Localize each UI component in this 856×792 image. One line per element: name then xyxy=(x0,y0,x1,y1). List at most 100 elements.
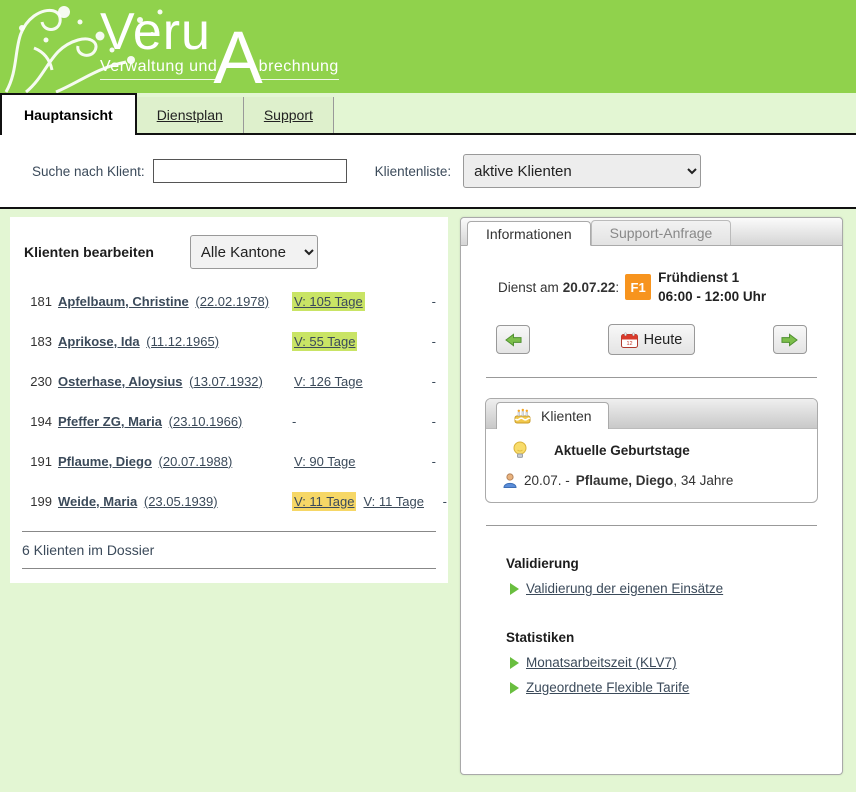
main-tabs: Hauptansicht Dienstplan Support xyxy=(0,93,856,135)
birthday-entry: 20.07. - Pflaume, Diego, 34 Jahre xyxy=(498,473,805,488)
link-monatsarbeitszeit-klv7[interactable]: Monatsarbeitszeit (KLV7) xyxy=(526,655,677,670)
divider xyxy=(486,377,817,378)
arrow-left-icon xyxy=(505,333,522,347)
client-row: 181 Apfelbaum, Christine (22.02.1978) V:… xyxy=(22,281,436,321)
svg-text:12: 12 xyxy=(626,341,632,347)
client-name-link[interactable]: Weide, Maria xyxy=(58,494,137,509)
service-row: Dienst am 20.07.22 : F1 Frühdienst 1 06:… xyxy=(498,268,842,306)
logo-text-main: Veru xyxy=(100,6,217,58)
client-name-cell: Osterhase, Aloysius (13.07.1932) xyxy=(58,374,286,389)
client-birthdate-link[interactable]: (20.07.1988) xyxy=(159,454,233,469)
klienten-box-tab[interactable]: Klienten xyxy=(496,402,609,429)
client-name-cell: Aprikose, Ida (11.12.1965) xyxy=(58,334,286,349)
client-vacation-cell: V: 90 Tage xyxy=(292,454,420,469)
section-links: Validierung der eigenen Einsätze xyxy=(506,581,842,596)
client-vacation-cell: V: 11 Tage V: 11 Tage xyxy=(292,494,431,509)
vacation-link[interactable]: V: 105 Tage xyxy=(292,292,365,311)
shift-badge: F1 xyxy=(625,274,651,300)
client-search-input[interactable] xyxy=(153,159,347,183)
vacation-link[interactable]: V: 90 Tage xyxy=(292,452,357,471)
link-row: Validierung der eigenen Einsätze xyxy=(510,581,842,596)
client-row: 191 Pflaume, Diego (20.07.1988) V: 90 Ta… xyxy=(22,441,436,481)
link-zugeordnete-flexible-tarife[interactable]: Zugeordnete Flexible Tarife xyxy=(526,680,689,695)
client-row: 194 Pfeffer ZG, Maria (23.10.1966) - - xyxy=(22,401,436,441)
client-name-cell: Pflaume, Diego (20.07.1988) xyxy=(58,454,286,469)
link-validierung-der-eigenen-eins-tze[interactable]: Validierung der eigenen Einsätze xyxy=(526,581,723,596)
app-logo: Veru Verwaltung und A brechnung xyxy=(100,6,339,80)
klienten-box-tab-label: Klienten xyxy=(541,408,592,424)
green-triangle-icon xyxy=(510,657,519,669)
client-name-link[interactable]: Aprikose, Ida xyxy=(58,334,140,349)
client-row: 230 Osterhase, Aloysius (13.07.1932) V: … xyxy=(22,361,436,401)
client-id: 183 xyxy=(22,334,52,349)
section-links: Monatsarbeitszeit (KLV7) Zugeordnete Fle… xyxy=(506,655,842,695)
client-birthdate-link[interactable]: (11.12.1965) xyxy=(146,334,219,349)
client-vacation-cell: V: 105 Tage xyxy=(292,294,420,309)
app-banner: Veru Verwaltung und A brechnung xyxy=(0,0,856,93)
today-button[interactable]: 12 Heute xyxy=(608,324,696,355)
info-tab-label: Support-Anfrage xyxy=(610,225,713,241)
logo-tagline-right: brechnung xyxy=(259,58,339,80)
info-panel-tabs: Informationen Support-Anfrage xyxy=(461,218,842,246)
client-name-link[interactable]: Pfeffer ZG, Maria xyxy=(58,414,162,429)
client-name-link[interactable]: Osterhase, Aloysius xyxy=(58,374,183,389)
light-bulb-icon xyxy=(512,441,528,459)
klienten-box-body: Aktuelle Geburtstage 20.07. - Pflaume, D… xyxy=(486,429,817,502)
client-id: 191 xyxy=(22,454,52,469)
client-vacation-cell: V: 126 Tage xyxy=(292,374,420,389)
client-row-dash: - xyxy=(426,414,436,429)
link-section: Statistiken Monatsarbeitszeit (KLV7) Zug… xyxy=(506,630,842,695)
vacation-link[interactable]: V: 126 Tage xyxy=(292,372,365,391)
next-day-button[interactable] xyxy=(773,325,807,354)
client-birthdate-link[interactable]: (23.05.1939) xyxy=(144,494,218,509)
main-area: Klienten bearbeiten Alle Kantone 181 Apf… xyxy=(0,209,856,775)
info-tab-informationen[interactable]: Informationen xyxy=(467,221,591,246)
client-list-select[interactable]: aktive Klienten xyxy=(463,154,701,188)
client-birthdate-link[interactable]: (23.10.1966) xyxy=(169,414,243,429)
links-area: Validierung Validierung der eigenen Eins… xyxy=(506,556,842,695)
vacation-link[interactable]: V: 11 Tage xyxy=(292,492,356,511)
canton-filter-select[interactable]: Alle Kantone xyxy=(190,235,318,269)
green-triangle-icon xyxy=(510,583,519,595)
vacation-link[interactable]: V: 55 Tage xyxy=(292,332,357,351)
client-birthdate-link[interactable]: (22.02.1978) xyxy=(195,294,269,309)
client-row-dash: - xyxy=(426,454,436,469)
client-list: 181 Apfelbaum, Christine (22.02.1978) V:… xyxy=(22,281,436,521)
klienten-box-header: Klienten xyxy=(486,399,817,429)
service-date: 20.07.22 xyxy=(563,280,616,295)
section-title: Statistiken xyxy=(506,630,842,645)
link-row: Monatsarbeitszeit (KLV7) xyxy=(510,655,842,670)
tab-hauptansicht[interactable]: Hauptansicht xyxy=(0,93,137,135)
divider xyxy=(22,568,436,569)
tab-support[interactable]: Support xyxy=(244,97,334,133)
logo-tagline-left: Verwaltung und xyxy=(100,58,217,80)
section-title: Validierung xyxy=(506,556,842,571)
search-bar: Suche nach Klient: Klientenliste: aktive… xyxy=(0,135,856,209)
birthdays-heading-row: Aktuelle Geburtstage xyxy=(498,441,805,459)
divider xyxy=(22,531,436,532)
clients-panel-header: Klienten bearbeiten Alle Kantone xyxy=(24,235,436,269)
info-tab-support-anfrage[interactable]: Support-Anfrage xyxy=(591,220,732,245)
client-row: 183 Aprikose, Ida (11.12.1965) V: 55 Tag… xyxy=(22,321,436,361)
date-nav-row: 12 Heute xyxy=(496,324,807,355)
previous-day-button[interactable] xyxy=(496,325,530,354)
calendar-icon: 12 xyxy=(621,332,638,348)
client-birthdate-link[interactable]: (13.07.1932) xyxy=(189,374,263,389)
service-time: 06:00 - 12:00 Uhr xyxy=(658,289,766,304)
clients-panel-title: Klienten bearbeiten xyxy=(24,244,154,260)
link-section: Validierung Validierung der eigenen Eins… xyxy=(506,556,842,596)
client-name-link[interactable]: Pflaume, Diego xyxy=(58,454,152,469)
tab-dienstplan[interactable]: Dienstplan xyxy=(137,97,244,133)
birthday-name: Pflaume, Diego, 34 Jahre xyxy=(576,473,734,488)
person-icon xyxy=(502,473,518,488)
info-panel: Informationen Support-Anfrage Dienst am … xyxy=(460,217,843,775)
client-id: 194 xyxy=(22,414,52,429)
vacation-link[interactable]: V: 11 Tage xyxy=(361,492,425,511)
birthdays-heading: Aktuelle Geburtstage xyxy=(554,443,690,458)
client-name-link[interactable]: Apfelbaum, Christine xyxy=(58,294,189,309)
client-row: 199 Weide, Maria (23.05.1939) V: 11 Tage… xyxy=(22,481,436,521)
green-triangle-icon xyxy=(510,682,519,694)
client-id: 199 xyxy=(22,494,52,509)
client-name-cell: Apfelbaum, Christine (22.02.1978) xyxy=(58,294,286,309)
link-row: Zugeordnete Flexible Tarife xyxy=(510,680,842,695)
